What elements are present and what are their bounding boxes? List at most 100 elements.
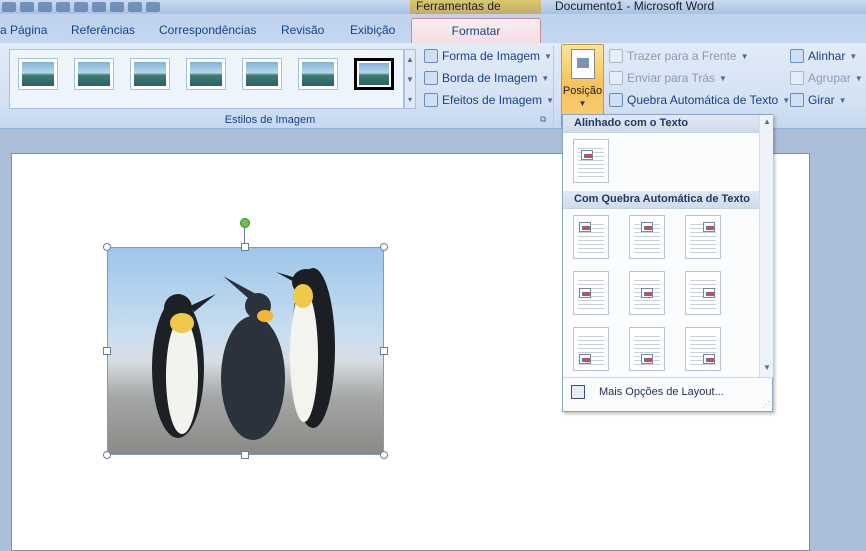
chevron-down-icon: ▼ <box>782 95 791 105</box>
tab-layout-pagina[interactable]: a Página <box>0 23 47 37</box>
ribbon-tab-bar: a Página Referências Correspondências Re… <box>0 14 866 44</box>
redo-icon[interactable] <box>38 2 52 12</box>
text-wrap-icon <box>609 93 623 107</box>
picture-style-preview <box>134 62 166 86</box>
group-label-estilos: Estilos de Imagem <box>224 114 316 126</box>
group-icon <box>790 71 804 85</box>
menu-scrollbar[interactable]: ▲ ▼ <box>759 115 773 377</box>
picture-style-thumb[interactable] <box>130 58 170 90</box>
picture-thumb-icon <box>579 222 591 232</box>
resize-handle-top-right[interactable] <box>380 243 388 251</box>
chevron-down-icon[interactable]: ▼ <box>760 363 774 372</box>
more-layout-options-label: Mais Opções de Layout... <box>599 386 724 398</box>
rotate-handle[interactable] <box>240 218 250 228</box>
table-icon[interactable] <box>110 2 124 12</box>
selected-picture[interactable] <box>107 247 384 455</box>
quebra-automatica-button[interactable]: Quebra Automática de Texto ▼ <box>609 90 790 110</box>
position-icon <box>571 49 595 79</box>
position-option-bottom-left[interactable] <box>573 327 609 371</box>
inline-section-header: Alinhado com o Texto <box>563 115 759 133</box>
borda-de-imagem-button[interactable]: Borda de Imagem ▼ <box>424 68 549 88</box>
girar-button[interactable]: Girar ▼ <box>790 90 847 110</box>
picture-style-thumb[interactable] <box>74 58 114 90</box>
agrupar-label: Agrupar <box>808 71 851 85</box>
chevron-down-icon: ▼ <box>544 51 552 61</box>
position-option-middle-left[interactable] <box>573 271 609 315</box>
picture-thumb-icon <box>703 354 715 364</box>
position-option-inline[interactable] <box>573 139 609 183</box>
resize-handle-bottom-left[interactable] <box>103 451 111 459</box>
chevron-down-icon: ▼ <box>541 73 550 83</box>
more-layout-options-item[interactable]: Mais Opções de Layout... <box>567 381 769 403</box>
picture-thumb-icon <box>581 150 593 160</box>
picture-style-preview <box>246 62 278 86</box>
resize-handle-left[interactable] <box>103 347 111 355</box>
position-option-top-center[interactable] <box>629 215 665 259</box>
alinhar-label: Alinhar <box>808 49 846 63</box>
tab-exibicao[interactable]: Exibição <box>350 23 395 37</box>
picture-thumb-icon <box>641 288 653 298</box>
resize-handle-top[interactable] <box>241 243 249 251</box>
picture-thumb-icon <box>703 288 715 298</box>
efeitos-de-imagem-button[interactable]: Efeitos de Imagem ▼ <box>424 90 554 110</box>
position-option-top-right[interactable] <box>685 215 721 259</box>
quebra-label: Quebra Automática de Texto <box>627 93 779 107</box>
align-left-icon[interactable] <box>128 2 142 12</box>
tab-formatar[interactable]: Formatar <box>411 18 541 44</box>
menu-divider <box>563 377 773 378</box>
align-justify-icon[interactable] <box>146 2 160 12</box>
position-option-bottom-center[interactable] <box>629 327 665 371</box>
chevron-down-icon: ▼ <box>838 95 847 105</box>
chevron-down-icon[interactable]: ▼ <box>405 70 415 90</box>
efeitos-de-imagem-label: Efeitos de Imagem <box>442 93 543 107</box>
position-option-top-left[interactable] <box>573 215 609 259</box>
enviar-para-tras-button[interactable]: Enviar para Trás ▼ <box>609 68 727 88</box>
position-option-bottom-right[interactable] <box>685 327 721 371</box>
bring-forward-icon <box>609 49 623 63</box>
tab-referencias[interactable]: Referências <box>71 23 135 37</box>
posicao-label: Posição <box>562 85 603 97</box>
pencil-icon <box>424 71 438 85</box>
agrupar-button[interactable]: Agrupar ▼ <box>790 68 863 88</box>
picture-style-thumb[interactable] <box>186 58 226 90</box>
resize-handle-bottom[interactable] <box>241 451 249 459</box>
resize-grip-icon[interactable]: ⋰ <box>762 400 770 409</box>
chevron-down-icon: ▼ <box>854 73 863 83</box>
group-separator <box>553 45 554 127</box>
rotate-icon <box>790 93 804 107</box>
quick-access-toolbar <box>0 0 160 14</box>
position-option-middle-right[interactable] <box>685 271 721 315</box>
gallery-more-icon[interactable]: ▾ <box>405 90 415 110</box>
trazer-para-frente-button[interactable]: Trazer para a Frente ▼ <box>609 46 749 66</box>
chevron-down-icon: ▼ <box>740 51 749 61</box>
picture-style-thumb-selected[interactable] <box>354 58 394 90</box>
chevron-up-icon[interactable]: ▲ <box>405 50 415 70</box>
resize-handle-bottom-right[interactable] <box>380 451 388 459</box>
picture-style-thumb[interactable] <box>242 58 282 90</box>
wrap-section-header: Com Quebra Automática de Texto <box>563 191 759 209</box>
position-option-middle-center[interactable] <box>629 271 665 315</box>
dialog-launcher-icon[interactable]: ⧉ <box>540 114 546 125</box>
undo-icon[interactable] <box>20 2 34 12</box>
chevron-up-icon[interactable]: ▲ <box>760 117 774 126</box>
picture-style-preview <box>359 63 389 85</box>
highlight-icon[interactable] <box>74 2 88 12</box>
shape-icon <box>424 49 438 63</box>
resize-handle-right[interactable] <box>380 347 388 355</box>
tab-correspondencias[interactable]: Correspondências <box>159 23 256 37</box>
picture-thumb-icon <box>641 354 653 364</box>
window-title: Documento1 - Microsoft Word <box>555 0 715 13</box>
trazer-label: Trazer para a Frente <box>627 49 737 63</box>
chevron-down-icon: ▼ <box>719 73 727 83</box>
penguins-photo <box>152 268 335 440</box>
print-icon[interactable] <box>56 2 70 12</box>
resize-handle-top-left[interactable] <box>103 243 111 251</box>
picture-style-thumb[interactable] <box>18 58 58 90</box>
save-icon[interactable] <box>2 2 16 12</box>
girar-label: Girar <box>808 93 835 107</box>
delete-icon[interactable] <box>92 2 106 12</box>
tab-revisao[interactable]: Revisão <box>281 23 324 37</box>
picture-style-thumb[interactable] <box>298 58 338 90</box>
alinhar-button[interactable]: Alinhar ▼ <box>790 46 857 66</box>
forma-de-imagem-button[interactable]: Forma de Imagem ▼ <box>424 46 552 66</box>
